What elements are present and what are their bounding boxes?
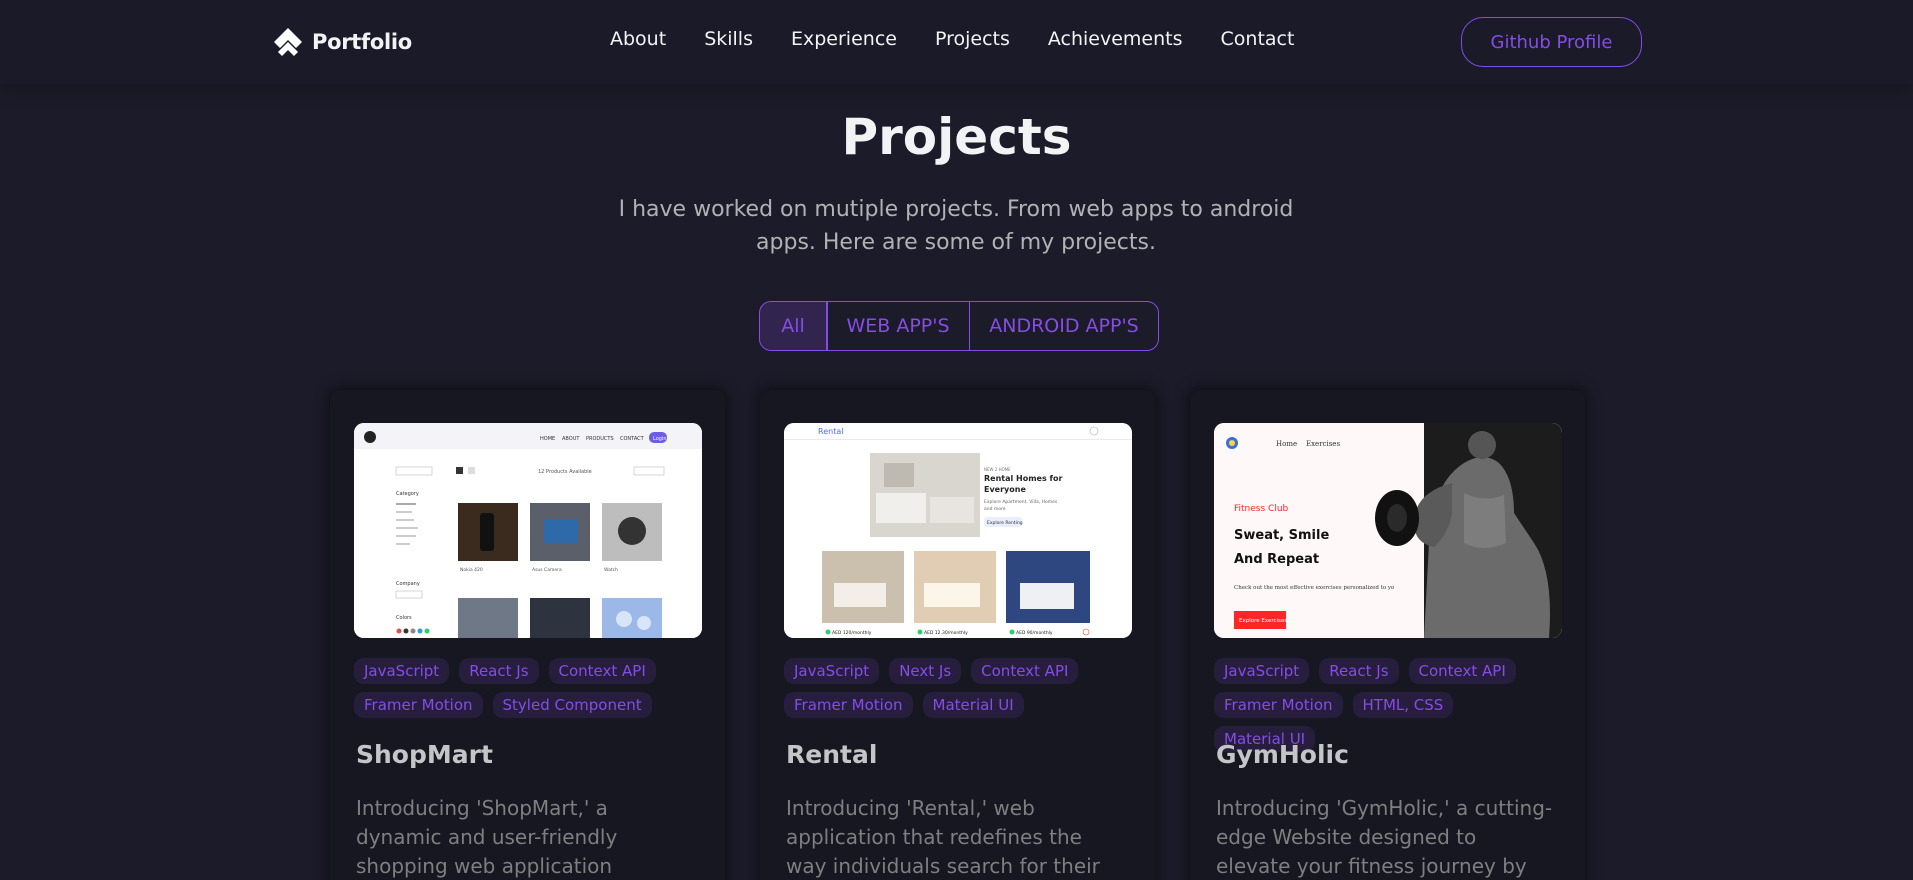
project-title: ShopMart (356, 740, 493, 769)
svg-text:AED 90/monthly: AED 90/monthly (1016, 630, 1053, 636)
section-description: I have worked on mutiple projects. From … (618, 197, 1294, 255)
nav-link-projects[interactable]: Projects (935, 28, 1010, 50)
tag: HTML, CSS (1352, 692, 1454, 718)
svg-text:ABOUT: ABOUT (562, 436, 580, 442)
svg-text:And Repeat: And Repeat (1234, 552, 1319, 567)
svg-text:Fitness Club: Fitness Club (1234, 504, 1289, 514)
svg-text:Rental Homes for: Rental Homes for (984, 474, 1063, 483)
svg-text:Sweat, Smile: Sweat, Smile (1234, 528, 1329, 543)
svg-text:NEW 2 HOME: NEW 2 HOME (984, 467, 1011, 472)
svg-text:Login: Login (653, 436, 667, 442)
tag: Styled Component (492, 692, 652, 718)
nav-links: About Skills Experience Projects Achieve… (610, 28, 1294, 50)
project-title: GymHolic (1216, 740, 1349, 769)
project-card-gymholic[interactable]: Home Exercises Fitness Club Sweat, Smile… (1190, 390, 1585, 880)
tag: Next Js (889, 658, 962, 684)
filter-android-apps-button[interactable]: ANDROID APP'S (970, 302, 1158, 350)
project-description: Introducing 'GymHolic,' a cutting-edge W… (1216, 796, 1553, 878)
tag: JavaScript (354, 658, 450, 684)
tag: React Js (459, 658, 539, 684)
svg-text:Company: Company (396, 581, 420, 587)
svg-text:Colors: Colors (396, 615, 412, 621)
logo-link[interactable]: Portfolio (272, 24, 412, 60)
project-screenshot-rental: Rental NEW 2 HOME Rental Homes for Every… (784, 423, 1132, 638)
project-screenshot-gymholic: Home Exercises Fitness Club Sweat, Smile… (1214, 423, 1562, 638)
svg-text:HOME: HOME (540, 436, 555, 442)
tag: Framer Motion (1214, 692, 1343, 718)
svg-text:Explore Renting: Explore Renting (987, 520, 1023, 526)
tag: JavaScript (784, 658, 880, 684)
svg-text:AED 12.30/monthly: AED 12.30/monthly (924, 630, 968, 636)
project-card-rental[interactable]: Rental NEW 2 HOME Rental Homes for Every… (760, 390, 1155, 880)
tag: Context API (971, 658, 1079, 684)
svg-text:Explore Apartment, Villa, Home: Explore Apartment, Villa, Homes (984, 499, 1058, 505)
project-card-shopmart[interactable]: HOME ABOUT PRODUCTS CONTACT Login 12 Pro… (330, 390, 725, 880)
svg-text:Rental: Rental (818, 427, 843, 436)
tag-list: JavaScript Next Js Context API Framer Mo… (784, 658, 1134, 718)
svg-text:Explore Exercises: Explore Exercises (1239, 618, 1287, 624)
nav-link-achievements[interactable]: Achievements (1048, 28, 1183, 50)
svg-text:Watch: Watch (604, 567, 618, 573)
github-profile-button[interactable]: Github Profile (1461, 17, 1642, 67)
project-title: Rental (786, 740, 878, 769)
svg-text:Nokia 420: Nokia 420 (460, 567, 483, 573)
svg-text:Home: Home (1276, 440, 1297, 448)
project-filter-toggle: All WEB APP'S ANDROID APP'S (759, 301, 1159, 351)
svg-text:PRODUCTS: PRODUCTS (586, 436, 614, 442)
svg-text:Exercises: Exercises (1306, 440, 1340, 448)
gymholic-preview-image: Home Exercises Fitness Club Sweat, Smile… (1214, 423, 1562, 638)
filter-all-button[interactable]: All (760, 302, 826, 350)
tag: JavaScript (1214, 658, 1310, 684)
tag: Material UI (922, 692, 1024, 718)
rental-preview-image: Rental NEW 2 HOME Rental Homes for Every… (784, 423, 1132, 638)
tag: Context API (1408, 658, 1516, 684)
tag: Context API (548, 658, 656, 684)
svg-text:12 Products Available: 12 Products Available (538, 469, 592, 475)
shopmart-preview-image: HOME ABOUT PRODUCTS CONTACT Login 12 Pro… (354, 423, 702, 638)
nav-link-contact[interactable]: Contact (1221, 28, 1295, 50)
tag: Framer Motion (354, 692, 483, 718)
svg-text:Asus Camera: Asus Camera (532, 567, 562, 573)
svg-text:CONTACT: CONTACT (620, 436, 645, 442)
tag-list: JavaScript React Js Context API Framer M… (1214, 658, 1564, 752)
section-title: Projects (841, 108, 1072, 166)
tag: React Js (1319, 658, 1399, 684)
nav-link-skills[interactable]: Skills (704, 28, 753, 50)
navbar: Portfolio About Skills Experience Projec… (0, 0, 1913, 84)
project-screenshot-shopmart: HOME ABOUT PRODUCTS CONTACT Login 12 Pro… (354, 423, 702, 638)
tag-list: JavaScript React Js Context API Framer M… (354, 658, 704, 718)
svg-text:AED 120/monthly: AED 120/monthly (832, 630, 872, 636)
logo-text: Portfolio (312, 30, 412, 54)
nav-link-experience[interactable]: Experience (791, 28, 897, 50)
svg-text:Check out the most effective e: Check out the most effective exercises p… (1234, 585, 1398, 591)
project-description: Introducing 'ShopMart,' a dynamic and us… (356, 796, 618, 878)
svg-text:and more: and more (984, 506, 1006, 512)
project-description: Introducing 'Rental,' web application th… (786, 796, 1100, 878)
svg-text:Category: Category (396, 491, 419, 497)
nav-link-about[interactable]: About (610, 28, 666, 50)
tag: Framer Motion (784, 692, 913, 718)
portfolio-logo-icon (274, 28, 302, 56)
filter-web-apps-button[interactable]: WEB APP'S (828, 302, 969, 350)
svg-text:Everyone: Everyone (984, 485, 1026, 494)
